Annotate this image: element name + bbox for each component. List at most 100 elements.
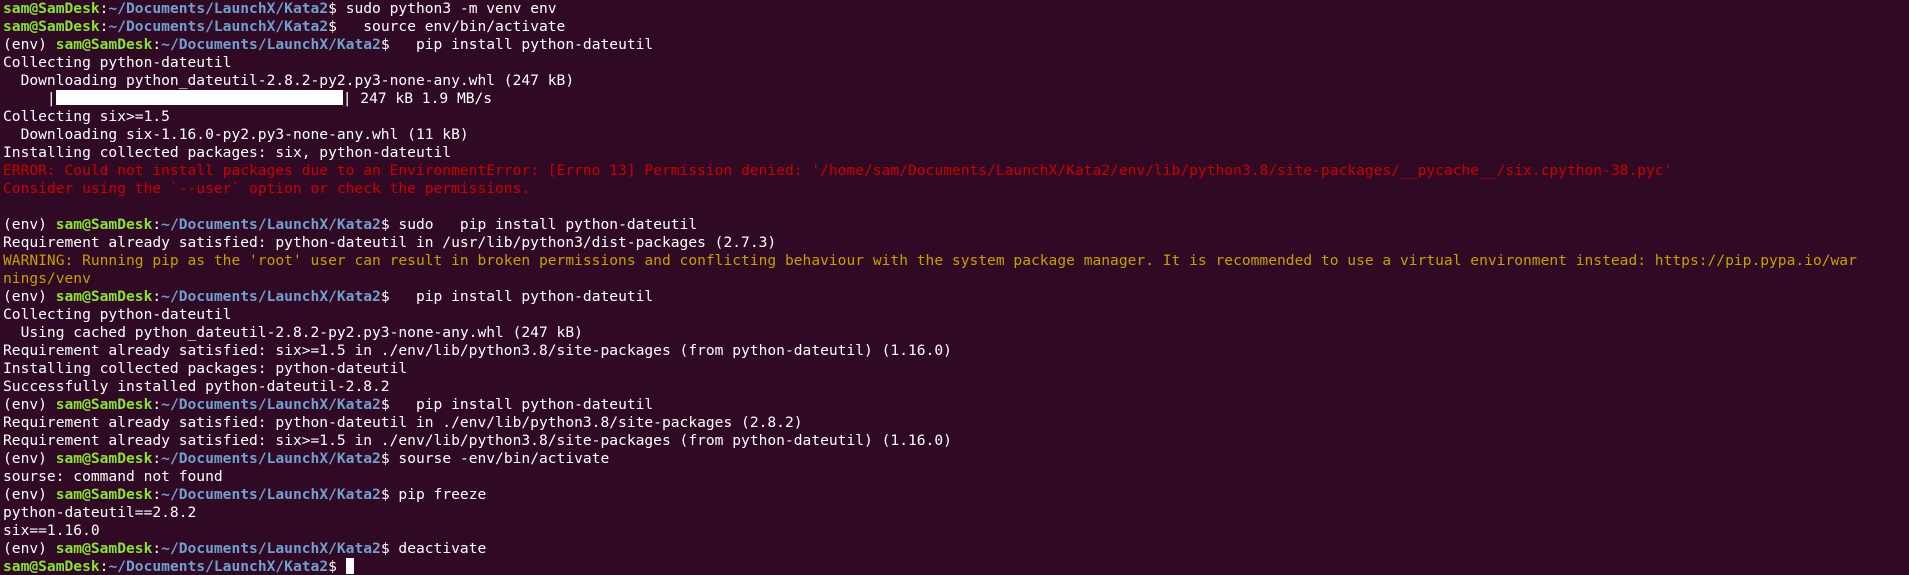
command-text: pip freeze	[389, 486, 487, 503]
prompt-symbol: $	[380, 486, 390, 503]
text-cursor[interactable]	[345, 558, 354, 574]
env-prefix: (env)	[3, 450, 56, 467]
output-text: nings/venv	[3, 270, 91, 287]
output-text: Collecting python-dateutil	[3, 54, 232, 71]
output-text: Requirement already satisfied: python-da…	[3, 234, 777, 251]
command-text: pip install python-dateutil	[389, 288, 654, 305]
command-text: deactivate	[389, 540, 487, 557]
prompt-line: (env) sam@SamDesk:~/Documents/LaunchX/Ka…	[3, 396, 1909, 414]
command-text: sudo python3 -m venv env	[336, 0, 557, 17]
prompt-symbol: $	[380, 450, 390, 467]
output-line: Collecting python-dateutil	[3, 54, 1909, 72]
prompt-path: ~/Documents/LaunchX/Kata2	[161, 216, 381, 233]
output-line: Successfully installed python-dateutil-2…	[3, 378, 1909, 396]
output-text: Using cached python_dateutil-2.8.2-py2.p…	[3, 324, 583, 341]
prompt-separator: :	[152, 540, 162, 557]
command-text: pip install python-dateutil	[389, 36, 654, 53]
download-progress-line: | | 247 kB 1.9 MB/s	[3, 90, 1909, 108]
prompt-path: ~/Documents/LaunchX/Kata2	[161, 450, 381, 467]
prompt-line: (env) sam@SamDesk:~/Documents/LaunchX/Ka…	[3, 288, 1909, 306]
output-text: Requirement already satisfied: six>=1.5 …	[3, 432, 952, 449]
command-text: pip install python-dateutil	[389, 396, 654, 413]
output-text: Requirement already satisfied: python-da…	[3, 414, 803, 431]
prompt-symbol: $	[380, 288, 390, 305]
prompt-symbol: $	[380, 216, 390, 233]
output-text: Downloading python_dateutil-2.8.2-py2.py…	[3, 72, 575, 89]
prompt-user: sam@SamDesk	[55, 450, 153, 467]
output-text: Installing collected packages: python-da…	[3, 360, 408, 377]
output-line: Installing collected packages: six, pyth…	[3, 144, 1909, 162]
output-line: python-dateutil==2.8.2	[3, 504, 1909, 522]
env-prefix: (env)	[3, 216, 56, 233]
prompt-user: sam@SamDesk	[55, 36, 153, 53]
prompt-separator: :	[152, 288, 162, 305]
output-text: Collecting six>=1.5	[3, 108, 170, 125]
prompt-symbol: $	[328, 18, 337, 35]
output-line: Collecting six>=1.5	[3, 108, 1909, 126]
output-line: Using cached python_dateutil-2.8.2-py2.p…	[3, 324, 1909, 342]
output-text: Collecting python-dateutil	[3, 306, 232, 323]
prompt-path: ~/Documents/LaunchX/Kata2	[161, 396, 381, 413]
prompt-separator: :	[152, 36, 162, 53]
progress-prefix: |	[3, 90, 56, 107]
prompt-line: (env) sam@SamDesk:~/Documents/LaunchX/Ka…	[3, 450, 1909, 468]
warning-output-line: WARNING: Running pip as the 'root' user …	[3, 252, 1909, 270]
output-text: Consider using the `--user` option or ch…	[3, 180, 531, 197]
env-prefix: (env)	[3, 396, 56, 413]
command-text	[337, 558, 346, 575]
error-output-line: Consider using the `--user` option or ch…	[3, 180, 1909, 198]
prompt-user: sam@SamDesk	[55, 540, 153, 557]
prompt-line: sam@SamDesk:~/Documents/LaunchX/Kata2$ s…	[3, 18, 1909, 36]
output-line: Downloading python_dateutil-2.8.2-py2.py…	[3, 72, 1909, 90]
output-line: Installing collected packages: python-da…	[3, 360, 1909, 378]
prompt-user: sam@SamDesk	[3, 0, 100, 17]
prompt-path: ~/Documents/LaunchX/Kata2	[161, 36, 381, 53]
prompt-user: sam@SamDesk	[55, 396, 153, 413]
prompt-user: sam@SamDesk	[3, 558, 100, 575]
env-prefix: (env)	[3, 288, 56, 305]
prompt-symbol: $	[328, 0, 337, 17]
output-text: Successfully installed python-dateutil-2…	[3, 378, 390, 395]
prompt-separator: :	[152, 450, 162, 467]
terminal-window[interactable]: sam@SamDesk:~/Documents/LaunchX/Kata2$ s…	[0, 0, 1909, 575]
prompt-symbol: $	[328, 558, 337, 575]
output-text: Installing collected packages: six, pyth…	[3, 144, 452, 161]
env-prefix: (env)	[3, 540, 56, 557]
prompt-path: ~/Documents/LaunchX/Kata2	[108, 0, 329, 17]
prompt-user: sam@SamDesk	[55, 216, 153, 233]
output-text: python-dateutil==2.8.2	[3, 504, 197, 521]
prompt-separator: :	[152, 486, 162, 503]
prompt-path: ~/Documents/LaunchX/Kata2	[161, 486, 381, 503]
env-prefix: (env)	[3, 36, 56, 53]
prompt-symbol: $	[380, 396, 390, 413]
output-line: sourse: command not found	[3, 468, 1909, 486]
prompt-line: (env) sam@SamDesk:~/Documents/LaunchX/Ka…	[3, 540, 1909, 558]
prompt-line: sam@SamDesk:~/Documents/LaunchX/Kata2$ s…	[3, 0, 1909, 18]
prompt-separator: :	[152, 216, 162, 233]
output-text: Requirement already satisfied: six>=1.5 …	[3, 342, 952, 359]
output-text: six==1.16.0	[3, 522, 100, 539]
prompt-symbol: $	[380, 540, 390, 557]
output-line: Requirement already satisfied: python-da…	[3, 234, 1909, 252]
output-text: sourse: command not found	[3, 468, 223, 485]
prompt-user: sam@SamDesk	[55, 288, 153, 305]
output-text: WARNING: Running pip as the 'root' user …	[3, 252, 1857, 269]
prompt-path: ~/Documents/LaunchX/Kata2	[108, 558, 329, 575]
env-prefix: (env)	[3, 486, 56, 503]
progress-suffix: | 247 kB 1.9 MB/s	[342, 90, 493, 107]
output-text: Downloading six-1.16.0-py2.py3-none-any.…	[3, 126, 469, 143]
prompt-separator: :	[152, 396, 162, 413]
output-line: Requirement already satisfied: python-da…	[3, 414, 1909, 432]
warning-output-line: nings/venv	[3, 270, 1909, 288]
command-text: source env/bin/activate	[336, 18, 566, 35]
prompt-user: sam@SamDesk	[3, 18, 100, 35]
prompt-path: ~/Documents/LaunchX/Kata2	[161, 540, 381, 557]
output-line: Requirement already satisfied: six>=1.5 …	[3, 432, 1909, 450]
prompt-user: sam@SamDesk	[55, 486, 153, 503]
prompt-line: sam@SamDesk:~/Documents/LaunchX/Kata2$	[3, 558, 1909, 575]
prompt-line: (env) sam@SamDesk:~/Documents/LaunchX/Ka…	[3, 486, 1909, 504]
output-line: six==1.16.0	[3, 522, 1909, 540]
output-line: Requirement already satisfied: six>=1.5 …	[3, 342, 1909, 360]
output-line: Downloading six-1.16.0-py2.py3-none-any.…	[3, 126, 1909, 144]
